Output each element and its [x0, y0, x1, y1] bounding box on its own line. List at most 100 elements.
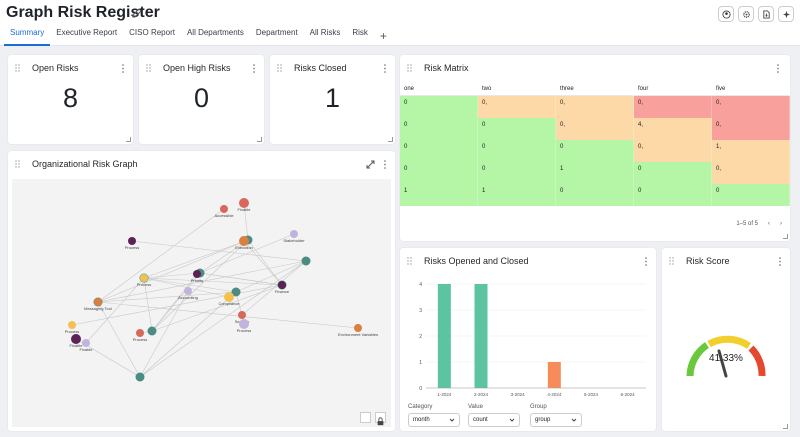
drag-handle-icon[interactable]: [15, 64, 20, 72]
export-button[interactable]: [758, 6, 774, 22]
matrix-cell[interactable]: 0,: [712, 118, 790, 140]
graph-node[interactable]: [220, 205, 228, 213]
matrix-column-header[interactable]: three: [556, 83, 634, 96]
matrix-cell[interactable]: 0: [400, 96, 478, 118]
matrix-cell[interactable]: 0,: [634, 140, 712, 162]
header-actions: [718, 6, 794, 22]
more-icon[interactable]: [383, 160, 387, 169]
graph-node[interactable]: [140, 274, 148, 282]
graph-node[interactable]: [94, 298, 102, 306]
matrix-cell[interactable]: 0: [478, 162, 556, 184]
graph-edge[interactable]: [151, 239, 249, 332]
graph-edge[interactable]: [247, 239, 283, 286]
drag-handle-icon[interactable]: [277, 64, 282, 72]
resize-handle[interactable]: [783, 424, 788, 429]
matrix-cell[interactable]: 0: [556, 184, 634, 206]
drag-handle-icon[interactable]: [407, 257, 412, 265]
graph-canvas[interactable]: Fixable Process Stakeholder Process Executio…: [12, 179, 391, 427]
matrix-cell[interactable]: 0: [400, 118, 478, 140]
resize-handle[interactable]: [783, 234, 788, 239]
resize-handle[interactable]: [257, 137, 262, 142]
matrix-cell[interactable]: 0,: [712, 162, 790, 184]
matrix-cell[interactable]: 0: [712, 184, 790, 206]
open-high-risks-card: Open High Risks 0: [139, 55, 264, 144]
matrix-cell[interactable]: 0,: [478, 96, 556, 118]
drag-handle-icon[interactable]: [146, 64, 151, 72]
resize-handle[interactable]: [126, 137, 131, 142]
matrix-row: 11000: [400, 184, 790, 206]
more-icon[interactable]: [383, 64, 387, 73]
more-icon[interactable]: [121, 64, 125, 73]
graph-node-label: Process: [133, 337, 147, 342]
tab-department[interactable]: Department: [250, 26, 304, 46]
drag-handle-icon[interactable]: [669, 257, 674, 265]
graph-node[interactable]: [82, 339, 90, 347]
matrix-cell[interactable]: 0: [634, 184, 712, 206]
graph-node-label: Accounting: [178, 295, 198, 300]
matrix-cell[interactable]: 1: [556, 162, 634, 184]
matrix-cell[interactable]: 0: [634, 162, 712, 184]
drag-handle-icon[interactable]: [407, 64, 412, 72]
graph-node[interactable]: [68, 321, 76, 329]
resize-handle[interactable]: [388, 137, 393, 142]
more-icon[interactable]: [778, 257, 782, 266]
graph-node[interactable]: [238, 311, 246, 319]
matrix-cell[interactable]: 0,: [634, 96, 712, 118]
matrix-cell[interactable]: 0: [478, 118, 556, 140]
graph-node[interactable]: [136, 329, 144, 337]
matrix-column-header[interactable]: one: [400, 83, 478, 96]
graph-edge[interactable]: [139, 290, 189, 378]
matrix-cell[interactable]: 0: [556, 140, 634, 162]
graph-node[interactable]: [354, 324, 362, 332]
graph-node[interactable]: [193, 270, 201, 278]
matrix-cell[interactable]: 0: [478, 140, 556, 162]
graph-node[interactable]: [135, 372, 145, 382]
tab-risk[interactable]: Risk: [346, 26, 374, 46]
more-icon[interactable]: [776, 64, 780, 73]
graph-edge[interactable]: [241, 260, 307, 316]
graph-node[interactable]: [278, 281, 286, 289]
matrix-column-header[interactable]: two: [478, 83, 556, 96]
more-icon[interactable]: [644, 257, 648, 266]
tab-ciso-report[interactable]: CISO Report: [123, 26, 181, 46]
user-button[interactable]: [718, 6, 734, 22]
graph-node[interactable]: [128, 237, 136, 245]
expand-icon[interactable]: [366, 160, 375, 169]
matrix-cell[interactable]: 0: [400, 140, 478, 162]
tab-all-risks[interactable]: All Risks: [304, 26, 347, 46]
matrix-cell[interactable]: 1: [400, 184, 478, 206]
category-select[interactable]: month: [408, 413, 460, 427]
matrix-cell[interactable]: 0,: [712, 96, 790, 118]
more-icon[interactable]: [252, 64, 256, 73]
add-tab-button[interactable]: +: [374, 30, 393, 42]
drag-handle-icon[interactable]: [15, 160, 20, 168]
graph-node[interactable]: [184, 287, 192, 295]
fit-view-button[interactable]: [360, 412, 371, 423]
graph-edge[interactable]: [71, 284, 283, 326]
prev-page-icon[interactable]: ‹: [768, 221, 770, 227]
edit-icon[interactable]: [131, 7, 143, 19]
tab-summary[interactable]: Summary: [4, 26, 51, 46]
matrix-column-header[interactable]: five: [712, 83, 790, 96]
network-graph[interactable]: Fixable Process Stakeholder Process Executio…: [12, 179, 391, 427]
next-page-icon[interactable]: ›: [780, 221, 782, 227]
matrix-cell[interactable]: 1,: [712, 140, 790, 162]
app-header: Graph Risk Register Summary Executive Rep…: [0, 0, 800, 46]
graph-edge[interactable]: [151, 284, 283, 332]
matrix-cell[interactable]: 4,: [634, 118, 712, 140]
lock-button[interactable]: [375, 412, 386, 426]
matrix-cell[interactable]: 0,: [556, 96, 634, 118]
graph-node[interactable]: [301, 256, 311, 266]
graph-node[interactable]: [290, 230, 298, 238]
pin-button[interactable]: [778, 6, 794, 22]
graph-node[interactable]: [147, 326, 157, 336]
settings-button[interactable]: [738, 6, 754, 22]
matrix-cell[interactable]: 0: [400, 162, 478, 184]
matrix-cell[interactable]: 1: [478, 184, 556, 206]
tab-executive-report[interactable]: Executive Report: [50, 26, 123, 46]
group-select[interactable]: group: [530, 413, 582, 427]
matrix-cell[interactable]: 0,: [556, 118, 634, 140]
tab-all-departments[interactable]: All Departments: [181, 26, 250, 46]
matrix-column-header[interactable]: four: [634, 83, 712, 96]
value-select[interactable]: count: [468, 413, 520, 427]
